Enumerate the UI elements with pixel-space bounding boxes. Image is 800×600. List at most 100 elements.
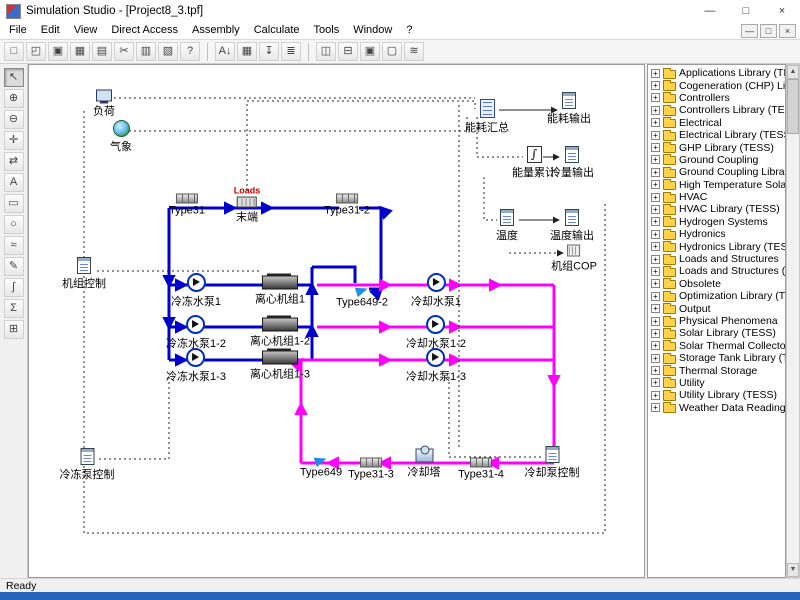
save-all-icon[interactable]: ▦ — [70, 42, 90, 61]
import-icon[interactable]: ↧ — [259, 42, 279, 61]
expand-plus-icon[interactable]: + — [651, 403, 660, 412]
component-type31[interactable]: Type31 — [169, 194, 205, 217]
zoom-out-icon[interactable]: ⊖ — [4, 110, 24, 129]
library-item[interactable]: +Storage Tank Library (TESS) — [648, 352, 785, 364]
wave-icon[interactable]: ≈ — [4, 236, 24, 255]
library-item[interactable]: +Weather Data Reading and Process — [648, 402, 785, 414]
grid-icon[interactable]: ⊞ — [4, 320, 24, 339]
expand-plus-icon[interactable]: + — [651, 230, 660, 239]
component-chiller-3[interactable]: 离心机组1-3 — [250, 351, 310, 382]
library-item[interactable]: +Controllers — [648, 92, 785, 104]
library-item[interactable]: +Solar Library (TESS) — [648, 327, 785, 339]
scroll-down-icon[interactable]: ▼ — [787, 563, 799, 577]
expand-plus-icon[interactable]: + — [651, 81, 660, 90]
mdi-restore-button[interactable]: □ — [760, 24, 777, 38]
component-cooling-output[interactable]: 冷量输出 — [550, 146, 594, 180]
component-energy-output[interactable]: 能耗输出 — [547, 92, 591, 126]
menu-item-file[interactable]: File — [2, 22, 34, 39]
rectangle-icon[interactable]: ▭ — [4, 194, 24, 213]
expand-plus-icon[interactable]: + — [651, 279, 660, 288]
library-item[interactable]: +Optimization Library (TESS) — [648, 290, 785, 302]
component-type31-4[interactable]: Type31-4 — [458, 458, 504, 481]
library-item[interactable]: +Hydronics Library (TESS) — [648, 240, 785, 252]
library-item[interactable]: +HVAC Library (TESS) — [648, 203, 785, 215]
menu-item-help[interactable]: ? — [399, 22, 419, 39]
library-item[interactable]: +Electrical — [648, 117, 785, 129]
grid-view-icon[interactable]: ▦ — [237, 42, 257, 61]
library-item[interactable]: +Ground Coupling — [648, 154, 785, 166]
library-item[interactable]: +Loads and Structures (TESS) — [648, 265, 785, 277]
expand-plus-icon[interactable]: + — [651, 217, 660, 226]
library-item[interactable]: +Thermal Storage — [648, 364, 785, 376]
minimize-button[interactable]: — — [692, 0, 728, 22]
expand-plus-icon[interactable]: + — [651, 391, 660, 400]
menu-item-window[interactable]: Window — [346, 22, 399, 39]
component-type649[interactable]: Type649 — [300, 456, 342, 479]
component-terminal[interactable]: Loads末端 — [234, 186, 261, 225]
arrange-icon[interactable]: ▢ — [382, 42, 402, 61]
library-item[interactable]: +Physical Phenomena — [648, 315, 785, 327]
component-chiller-2[interactable]: 离心机组1-2 — [250, 318, 310, 349]
sort-icon[interactable]: A↓ — [215, 42, 235, 61]
pen-icon[interactable]: ✎ — [4, 257, 24, 276]
menu-item-view[interactable]: View — [67, 22, 105, 39]
library-item[interactable]: +HVAC — [648, 191, 785, 203]
expand-plus-icon[interactable]: + — [651, 131, 660, 140]
sum-icon[interactable]: Σ — [4, 299, 24, 318]
component-type649-2[interactable]: Type649-2 — [336, 286, 388, 309]
tile-vertical-icon[interactable]: ⊟ — [338, 42, 358, 61]
mdi-minimize-button[interactable]: — — [741, 24, 758, 38]
library-item[interactable]: +Hydrogen Systems — [648, 216, 785, 228]
component-cooling-tower[interactable]: 冷却塔 — [408, 449, 441, 480]
new-icon[interactable]: □ — [4, 42, 24, 61]
paste-icon[interactable]: ▧ — [158, 42, 178, 61]
print-icon[interactable]: ▤ — [92, 42, 112, 61]
library-item[interactable]: +Output — [648, 302, 785, 314]
expand-plus-icon[interactable]: + — [651, 267, 660, 276]
link-icon[interactable]: ⇄ — [4, 152, 24, 171]
library-item[interactable]: +High Temperature Solar (TESS) — [648, 179, 785, 191]
expand-plus-icon[interactable]: + — [651, 255, 660, 264]
expand-plus-icon[interactable]: + — [651, 242, 660, 251]
expand-plus-icon[interactable]: + — [651, 180, 660, 189]
menu-item-calculate[interactable]: Calculate — [247, 22, 307, 39]
component-cw-pump-control[interactable]: 冷却泵控制 — [525, 446, 580, 480]
component-chiller-1[interactable]: 离心机组1 — [255, 276, 305, 307]
expand-plus-icon[interactable]: + — [651, 69, 660, 78]
component-weather[interactable]: 气象 — [110, 120, 132, 154]
cut-icon[interactable]: ✂ — [114, 42, 134, 61]
component-chw-pump-3[interactable]: 冷冻水泵1-3 — [166, 348, 226, 384]
library-item[interactable]: +GHP Library (TESS) — [648, 141, 785, 153]
expand-plus-icon[interactable]: + — [651, 143, 660, 152]
component-load[interactable]: 负荷 — [93, 90, 115, 119]
expand-plus-icon[interactable]: + — [651, 155, 660, 164]
library-item[interactable]: +Cogeneration (CHP) Library (TESS) — [648, 79, 785, 91]
expand-plus-icon[interactable]: + — [651, 366, 660, 375]
expand-plus-icon[interactable]: + — [651, 354, 660, 363]
menu-item-direct-access[interactable]: Direct Access — [104, 22, 185, 39]
component-type31-2[interactable]: Type31-2 — [324, 194, 370, 217]
component-temperature[interactable]: 温度 — [496, 209, 518, 243]
library-item[interactable]: +Solar Thermal Collectors — [648, 340, 785, 352]
menu-item-assembly[interactable]: Assembly — [185, 22, 247, 39]
component-cw-pump-3[interactable]: 冷却水泵1-3 — [406, 348, 466, 384]
library-item[interactable]: +Controllers Library (TESS) — [648, 104, 785, 116]
layers-icon[interactable]: ≋ — [404, 42, 424, 61]
library-scrollbar[interactable]: ▲ ▼ — [786, 64, 800, 578]
component-cw-pump-1[interactable]: 冷却水泵1 — [411, 273, 461, 309]
pan-icon[interactable]: ✛ — [4, 131, 24, 150]
close-button[interactable]: × — [764, 0, 800, 22]
diagram-canvas[interactable]: 负荷气象Type31Loads末端Type31-2能耗汇总能耗输出∫能量累计冷量… — [28, 64, 645, 578]
integral-icon[interactable]: ∫ — [4, 278, 24, 297]
expand-plus-icon[interactable]: + — [651, 106, 660, 115]
menu-item-edit[interactable]: Edit — [34, 22, 67, 39]
list-view-icon[interactable]: ≣ — [281, 42, 301, 61]
component-chw-pump-2[interactable]: 冷冻水泵1-2 — [166, 315, 226, 351]
component-temperature-output[interactable]: 温度输出 — [550, 209, 594, 243]
library-item[interactable]: +Hydronics — [648, 228, 785, 240]
scroll-up-icon[interactable]: ▲ — [787, 65, 799, 79]
scroll-thumb[interactable] — [787, 79, 799, 134]
library-item[interactable]: +Ground Coupling Library (TESS) — [648, 166, 785, 178]
component-type31-3[interactable]: Type31-3 — [348, 458, 394, 481]
expand-plus-icon[interactable]: + — [651, 93, 660, 102]
